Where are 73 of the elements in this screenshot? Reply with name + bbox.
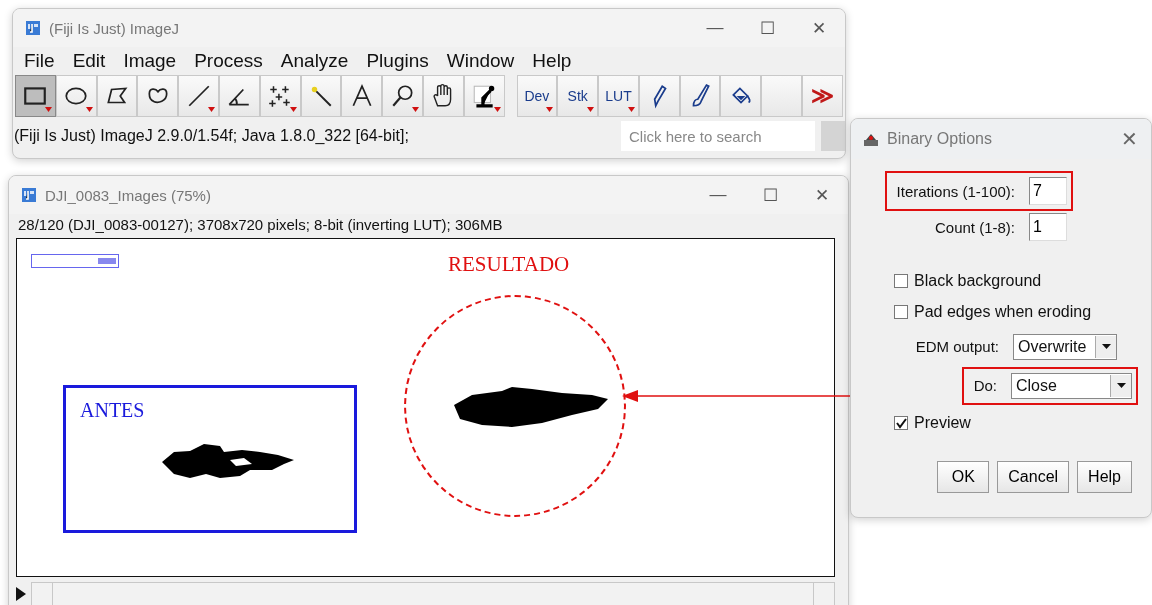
menu-item[interactable]: Help [523, 50, 581, 72]
dialog-button[interactable]: Cancel [997, 461, 1070, 493]
dropdown-arrow-icon [627, 107, 635, 112]
annotation-label: ANTES [80, 399, 145, 422]
search-field[interactable]: Click here to search [621, 121, 815, 151]
menu-item[interactable]: Window [437, 50, 524, 72]
checkbox-label[interactable]: Pad edges when eroding [914, 302, 1092, 321]
horizontal-scrollbar[interactable] [31, 582, 835, 605]
menu-item[interactable]: Image [114, 50, 186, 72]
tool-button[interactable] [15, 75, 56, 117]
window-control-button[interactable]: ✕ [796, 184, 848, 206]
dropdown-arrow-icon [44, 107, 52, 112]
image-info: 28/120 (DJI_0083-00127); 3708x720 pixels; 8-bit (inverting LUT); 306MB [17, 215, 504, 235]
dropdown[interactable]: Overwrite [1013, 333, 1117, 360]
dropdown-arrow-icon [1101, 344, 1111, 349]
dropdown-arrow-icon [289, 107, 297, 112]
tool-button[interactable] [422, 75, 464, 117]
field-label: Iterations (1-100): [896, 182, 1015, 200]
input-field[interactable]: 1 [1029, 213, 1067, 241]
annotation-label: RESULTADO [448, 252, 570, 277]
tool-button[interactable] [720, 75, 762, 117]
menu-item[interactable]: Process [185, 50, 272, 72]
close-button[interactable]: ✕ [1107, 127, 1151, 151]
app-icon [21, 187, 37, 203]
field-label: Count (1-8): [934, 218, 1015, 236]
tool-button[interactable] [463, 75, 505, 117]
window-control-button[interactable]: — [689, 18, 741, 38]
dropdown-arrow-icon [1116, 383, 1126, 388]
window-control-button[interactable]: ☐ [741, 17, 793, 39]
app-icon [25, 20, 41, 36]
checkbox-label[interactable]: Black background [914, 271, 1042, 290]
checkbox-label[interactable]: Preview [914, 414, 971, 432]
tool-button[interactable] [96, 75, 138, 117]
menu-item[interactable]: Edit [63, 50, 115, 72]
menu-item[interactable]: File [15, 50, 64, 72]
tool-button[interactable] [382, 75, 423, 117]
dropdown-arrow-icon [587, 107, 595, 112]
dropdown[interactable]: Close [1011, 372, 1132, 399]
window-control-button[interactable]: — [692, 185, 744, 205]
dropdown-arrow-icon [411, 107, 419, 112]
tool-button[interactable]: Stk [557, 75, 599, 117]
tool-button[interactable] [137, 75, 179, 117]
menu-item[interactable]: Analyze [271, 50, 358, 72]
tool-button[interactable] [219, 75, 260, 117]
window-control-button[interactable]: ✕ [793, 17, 845, 39]
dialog-button[interactable]: Help [1077, 461, 1132, 493]
window-control-button[interactable]: ☐ [744, 184, 796, 206]
checkbox[interactable] [894, 304, 908, 319]
status-text: (Fiji Is Just) ImageJ 2.9.0/1.54f; Java 1.8.0_322 [64-bit]; [13, 127, 410, 145]
dropdown-arrow-icon [85, 107, 93, 112]
dropdown-arrow-icon [546, 107, 554, 112]
menu-item[interactable]: Plugins [357, 50, 438, 72]
checkbox[interactable] [894, 273, 908, 288]
window-title: (Fiji Is Just) ImageJ [49, 19, 181, 37]
field-label: EDM output: [915, 338, 999, 355]
tool-button[interactable]: Dev [516, 75, 558, 117]
tool-button[interactable] [341, 75, 383, 117]
field-label: Do: [973, 377, 997, 394]
tool-button[interactable] [638, 75, 680, 117]
tool-button[interactable] [679, 75, 721, 117]
checkbox[interactable] [894, 416, 908, 430]
play-icon[interactable] [15, 586, 27, 602]
tool-button[interactable] [300, 75, 342, 117]
input-field[interactable]: 7 [1029, 177, 1067, 205]
tool-button[interactable] [259, 75, 301, 117]
tool-button[interactable]: LUT [598, 75, 639, 117]
window-title: DJI_0083_Images (75%) [45, 186, 212, 204]
dialog-button[interactable]: OK [937, 461, 990, 493]
dropdown-arrow-icon [493, 107, 501, 112]
dropdown-arrow-icon [208, 107, 215, 112]
tool-button[interactable]: ≫ [802, 75, 843, 117]
tool-button[interactable] [55, 75, 97, 117]
dialog-title: Binary Options [887, 130, 993, 148]
